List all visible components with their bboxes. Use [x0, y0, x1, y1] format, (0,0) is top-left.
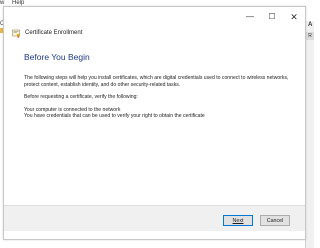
- dialog-header: Certificate Enrollment: [12, 27, 82, 39]
- close-button[interactable]: ✕: [283, 7, 305, 27]
- cancel-button[interactable]: Cancel: [260, 215, 290, 226]
- certificate-enrollment-dialog: — ☐ ✕ Certificate Enrollment Before You …: [3, 6, 306, 240]
- certificate-icon: [12, 29, 21, 38]
- next-button[interactable]: Next: [223, 215, 253, 226]
- actions-panel-row[interactable]: R: [306, 32, 314, 40]
- page-content: The following steps will help you instal…: [24, 75, 299, 120]
- intro-paragraph: The following steps will help you instal…: [24, 75, 289, 88]
- dialog-title: Certificate Enrollment: [25, 30, 83, 36]
- background-actions-panel: A R: [305, 21, 314, 248]
- requirement-item: You have credentials that can be used to…: [24, 113, 205, 120]
- page-heading: Before You Begin: [24, 52, 90, 62]
- dialog-footer: Next Cancel: [4, 205, 305, 231]
- minimize-button[interactable]: —: [239, 7, 261, 27]
- requirement-item: Your computer is connected to the networ…: [24, 106, 121, 113]
- next-button-label: Next: [232, 218, 244, 224]
- window-controls: — ☐ ✕: [239, 7, 305, 27]
- maximize-button[interactable]: ☐: [261, 7, 283, 27]
- verify-paragraph: Before requesting a certificate, verify …: [24, 94, 138, 101]
- actions-panel-header: A: [308, 22, 313, 28]
